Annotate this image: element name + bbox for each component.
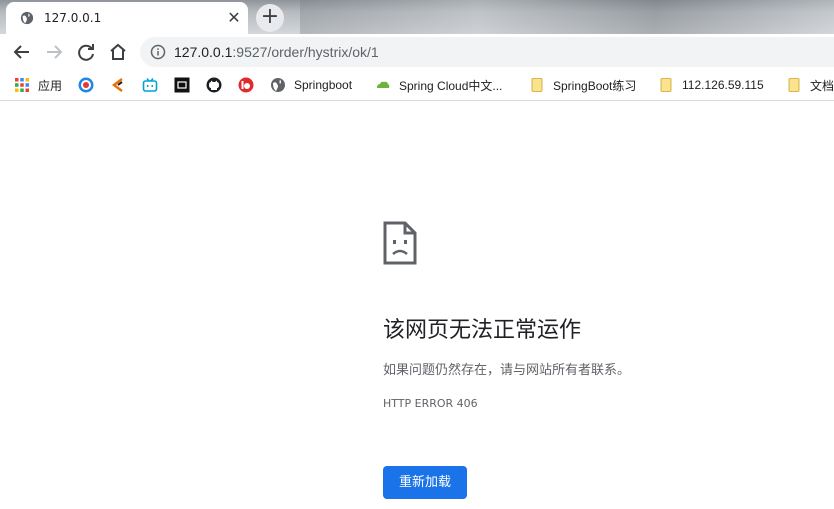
apps-grid-icon: [15, 78, 29, 92]
url-host: 127.0.0.1: [174, 44, 233, 60]
globe-icon: [271, 78, 285, 92]
tab-strip-background: [300, 0, 834, 34]
red-circle-icon: [238, 77, 254, 93]
bookmark-springboot-practice[interactable]: SpringBoot练习: [529, 70, 636, 100]
bookmark-label: 112.126.59.115: [682, 78, 764, 92]
info-icon[interactable]: [150, 44, 166, 60]
bookmark-label: Springboot: [294, 78, 353, 92]
close-icon[interactable]: ✕: [224, 8, 244, 28]
arrow-right-icon[interactable]: [40, 38, 68, 66]
reload-icon[interactable]: [72, 38, 100, 66]
bookmark-label: SpringBoot练习: [553, 78, 637, 93]
arrow-left-icon[interactable]: [8, 38, 36, 66]
bookmark-springcloud[interactable]: Spring Cloud中文...: [375, 70, 502, 100]
bookmark-apps[interactable]: 应用: [14, 70, 62, 100]
github-icon: [206, 77, 222, 93]
folder-icon: [788, 78, 800, 92]
bookmark-label: Spring Cloud中文...: [399, 78, 503, 93]
bookmark-black[interactable]: [174, 70, 190, 100]
bookmark-ip[interactable]: 112.126.59.115: [658, 70, 764, 100]
error-title: 该网页无法正常运作: [383, 318, 582, 343]
url-path: :9527/order/hystrix/ok/1: [232, 44, 379, 60]
address-bar[interactable]: 127.0.0.1:9527/order/hystrix/ok/1: [140, 37, 834, 67]
tool-icon: [111, 78, 123, 92]
bilibili-icon: [142, 78, 158, 92]
globe-icon: [20, 11, 34, 25]
bookmark-github[interactable]: [206, 70, 222, 100]
tab-active[interactable]: 127.0.0.1 ✕: [6, 2, 248, 34]
home-icon[interactable]: [104, 38, 132, 66]
bookmark-label: 应用: [38, 78, 63, 93]
bookmark-red-circle[interactable]: [238, 70, 254, 100]
bookmark-bilibili[interactable]: [142, 70, 158, 100]
tab-strip: 127.0.0.1 ✕ +: [0, 0, 834, 34]
folder-icon: [531, 78, 543, 92]
black-square-icon: [174, 77, 190, 93]
error-code: HTTP ERROR 406: [383, 397, 478, 410]
cloud-icon: [377, 81, 390, 88]
folder-icon: [660, 78, 672, 92]
bookmark-label: 文档: [810, 78, 834, 93]
url-text[interactable]: 127.0.0.1:9527/order/hystrix/ok/1: [174, 44, 379, 60]
bookmark-tool[interactable]: [110, 70, 126, 100]
bookmark-docs[interactable]: 文档: [786, 70, 834, 100]
new-tab-button[interactable]: +: [256, 4, 284, 32]
bookmarks-bar: 应用 Springboot Spring Cloud中文... SpringBo…: [0, 70, 834, 101]
toolbar: 127.0.0.1:9527/order/hystrix/ok/1: [0, 34, 834, 70]
sad-page-icon: [383, 221, 417, 265]
error-message: 如果问题仍然存在，请与网站所有者联系。: [383, 363, 631, 378]
bookmark-wheel[interactable]: [78, 70, 94, 100]
tab-title: 127.0.0.1: [44, 11, 102, 25]
reload-button[interactable]: 重新加载: [383, 466, 467, 499]
bookmark-springboot[interactable]: Springboot: [270, 70, 352, 100]
colorful-wheel-icon: [78, 77, 94, 93]
